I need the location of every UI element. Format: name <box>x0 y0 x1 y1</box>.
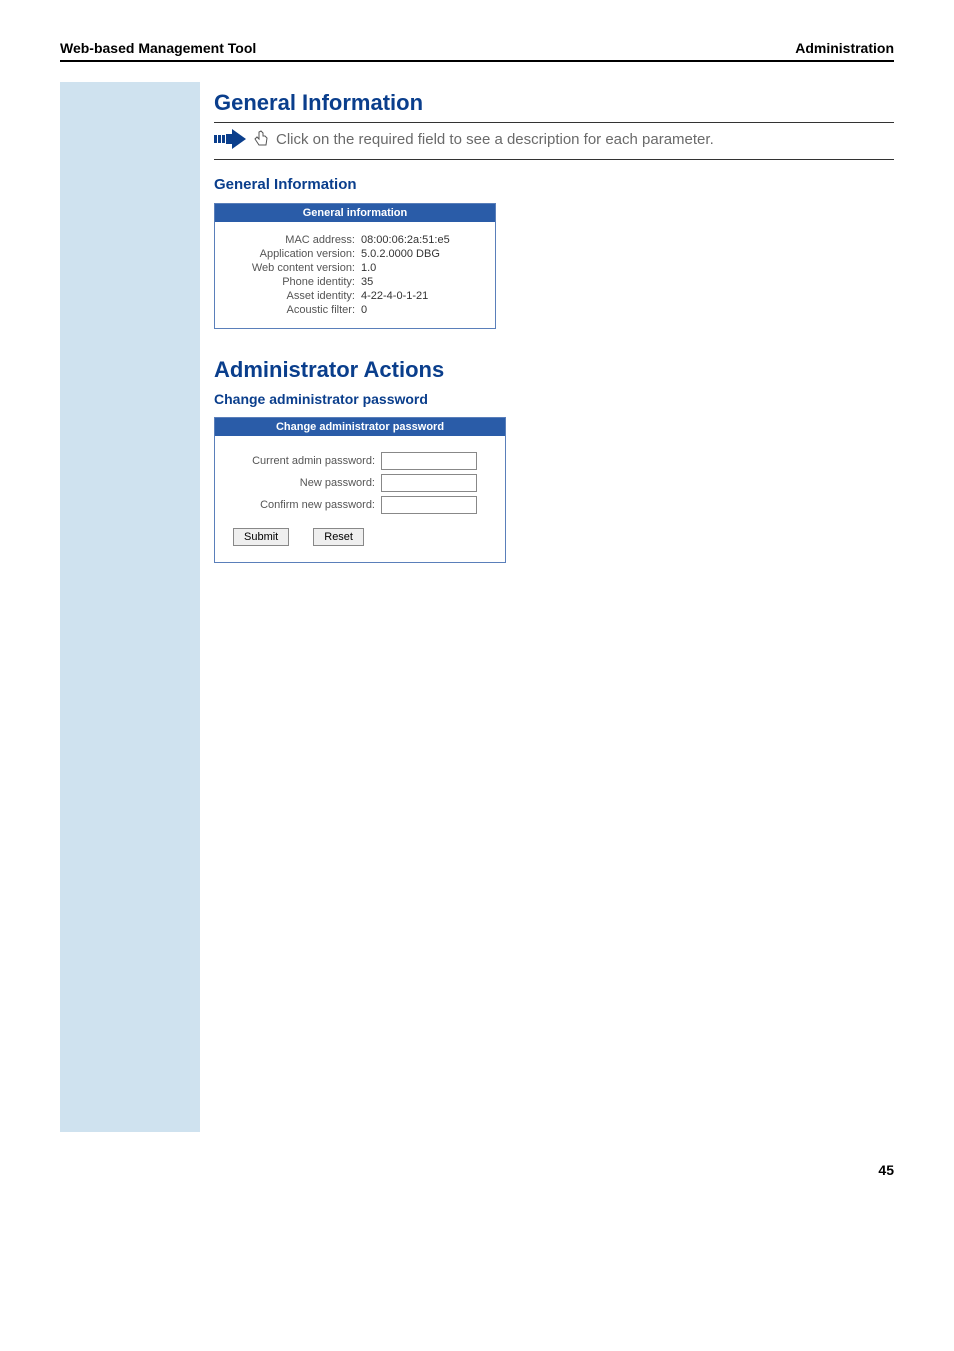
button-row: Submit Reset <box>233 528 495 546</box>
info-row: Phone identity: 35 <box>225 276 485 288</box>
info-label: Phone identity: <box>225 276 361 288</box>
section-title-administrator-actions: Administrator Actions <box>214 357 894 383</box>
panel-body: MAC address: 08:00:06:2a:51:e5 Applicati… <box>215 222 495 328</box>
main-content: General Information Click on the <box>214 82 894 1132</box>
submit-button[interactable]: Submit <box>233 528 289 546</box>
info-label: MAC address: <box>225 234 361 246</box>
info-label: Application version: <box>225 248 361 260</box>
subheading-general-information: General Information <box>214 176 894 193</box>
tip-row: Click on the required field to see a des… <box>214 129 894 149</box>
header-right: Administration <box>795 40 894 56</box>
label-current-password: Current admin password: <box>225 455 381 467</box>
page-number: 45 <box>60 1162 894 1178</box>
page-header: Web-based Management Tool Administration <box>60 40 894 62</box>
info-label: Acoustic filter: <box>225 304 361 316</box>
info-label: Asset identity: <box>225 290 361 302</box>
info-value: 0 <box>361 304 367 316</box>
panel-header: Change administrator password <box>215 418 505 436</box>
info-label: Web content version: <box>225 262 361 274</box>
info-row: Web content version: 1.0 <box>225 262 485 274</box>
arrow-icon <box>214 129 248 149</box>
info-value: 08:00:06:2a:51:e5 <box>361 234 450 246</box>
reset-button[interactable]: Reset <box>313 528 364 546</box>
new-password-input[interactable] <box>381 474 477 492</box>
confirm-password-input[interactable] <box>381 496 477 514</box>
left-sidebar <box>60 82 200 1132</box>
info-row: Acoustic filter: 0 <box>225 304 485 316</box>
info-value: 1.0 <box>361 262 376 274</box>
label-confirm-password: Confirm new password: <box>225 499 381 511</box>
label-new-password: New password: <box>225 477 381 489</box>
form-row-current: Current admin password: <box>225 452 495 470</box>
form-row-new: New password: <box>225 474 495 492</box>
divider <box>214 122 894 123</box>
info-row: Asset identity: 4-22-4-0-1-21 <box>225 290 485 302</box>
info-row: Application version: 5.0.2.0000 DBG <box>225 248 485 260</box>
general-information-panel: General information MAC address: 08:00:0… <box>214 203 496 329</box>
info-row: MAC address: 08:00:06:2a:51:e5 <box>225 234 485 246</box>
form-row-confirm: Confirm new password: <box>225 496 495 514</box>
section-title-general-information: General Information <box>214 90 894 116</box>
divider <box>214 159 894 160</box>
header-left: Web-based Management Tool <box>60 40 256 56</box>
change-password-panel: Change administrator password Current ad… <box>214 417 506 563</box>
subheading-change-password: Change administrator password <box>214 391 894 407</box>
tip-text: Click on the required field to see a des… <box>276 131 714 148</box>
info-value: 35 <box>361 276 373 288</box>
panel-header: General information <box>215 204 495 222</box>
current-password-input[interactable] <box>381 452 477 470</box>
form-body: Current admin password: New password: Co… <box>215 436 505 562</box>
info-value: 5.0.2.0000 DBG <box>361 248 440 260</box>
info-value: 4-22-4-0-1-21 <box>361 290 428 302</box>
hand-cursor-icon <box>254 130 270 148</box>
